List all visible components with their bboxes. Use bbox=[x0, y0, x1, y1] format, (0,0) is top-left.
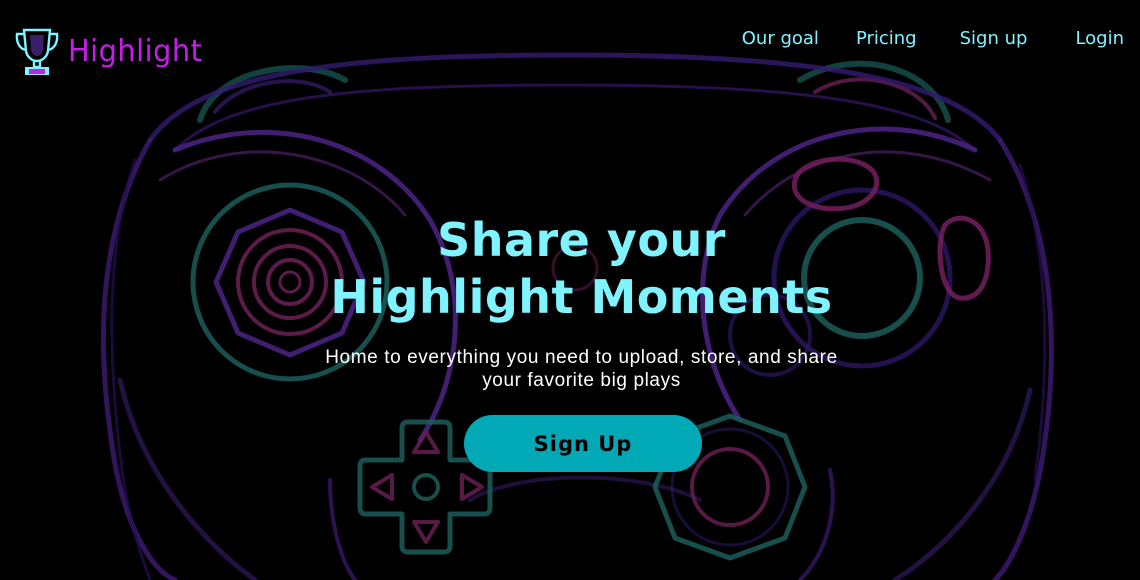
top-nav: Our goal Pricing Sign up Login bbox=[742, 28, 1124, 50]
nav-our-goal[interactable]: Our goal bbox=[742, 28, 819, 50]
sign-up-button[interactable]: Sign Up bbox=[464, 415, 702, 472]
hero-title-line-2: Highlight Moments bbox=[330, 270, 833, 324]
hero-subtitle-line-1: Home to everything you need to upload, s… bbox=[325, 347, 838, 368]
nav-login[interactable]: Login bbox=[1075, 28, 1124, 50]
nav-pricing[interactable]: Pricing bbox=[856, 28, 917, 50]
hero-title: Share your Highlight Moments bbox=[0, 212, 1140, 326]
nav-sign-up[interactable]: Sign up bbox=[960, 28, 1028, 50]
hero-title-line-1: Share your bbox=[437, 213, 726, 267]
brand-name: Highlight bbox=[68, 34, 203, 69]
hero-subtitle: Home to everything you need to upload, s… bbox=[0, 346, 1140, 392]
hero-subtitle-line-2: your favorite big plays bbox=[482, 370, 681, 391]
landing-page: Highlight Our goal Pricing Sign up Login… bbox=[0, 0, 1140, 580]
trophy-icon bbox=[15, 28, 59, 75]
brand-logo[interactable]: Highlight bbox=[14, 27, 208, 77]
